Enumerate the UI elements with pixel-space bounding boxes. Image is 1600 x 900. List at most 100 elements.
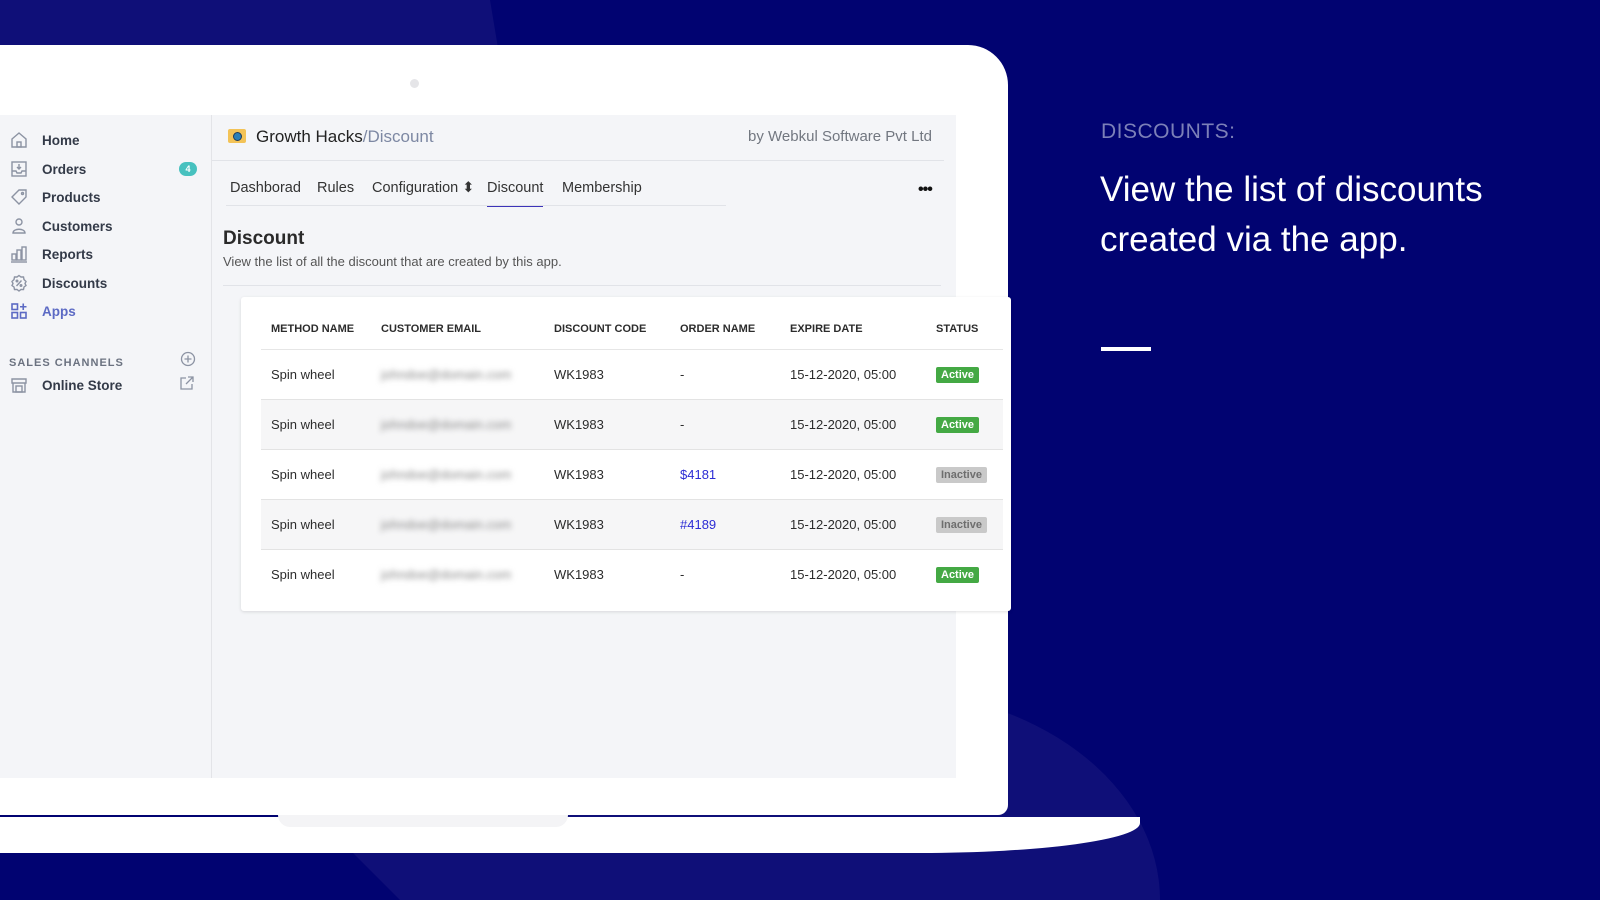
customer-email: johndoe@domain.com [381, 467, 512, 482]
customer-email: johndoe@domain.com [381, 367, 512, 382]
app-header: Growth Hacks/Discount by Webkul Software… [212, 115, 944, 161]
external-link-icon[interactable] [179, 375, 195, 396]
customer-email: johndoe@domain.com [381, 567, 512, 582]
sidebar-item-orders[interactable]: Orders 4 [0, 155, 211, 183]
status-cell: Active [926, 399, 1003, 450]
email-cell: johndoe@domain.com [371, 550, 544, 600]
sidebar-item-label: Customers [42, 218, 113, 234]
table-row[interactable]: Spin wheel johndoe@domain.com WK1983 - 1… [261, 349, 1003, 400]
expire-cell: 15-12-2020, 05:00 [780, 499, 926, 550]
sidebar-item-label: Discounts [42, 275, 108, 291]
page-title: Discount [223, 228, 305, 249]
tabs-divider [226, 205, 726, 206]
orders-icon [9, 159, 29, 179]
code-cell: WK1983 [544, 449, 670, 500]
column-header-order[interactable]: ORDER NAME [670, 309, 780, 350]
app-title: Growth Hacks/Discount [256, 127, 434, 147]
status-cell: Active [926, 550, 1003, 600]
discount-table-card: METHOD NAME CUSTOMER EMAIL DISCOUNT CODE… [241, 297, 1011, 611]
sales-channels-heading: SALES CHANNELS [9, 357, 124, 369]
customer-email: johndoe@domain.com [381, 417, 512, 432]
customer-email: johndoe@domain.com [381, 517, 512, 532]
column-header-expire[interactable]: EXPIRE DATE [780, 309, 926, 350]
method-cell: Spin wheel [261, 499, 371, 550]
more-actions-button[interactable]: ••• [918, 181, 933, 199]
order-cell: $4181 [670, 449, 780, 500]
tab-discount[interactable]: Discount [487, 180, 544, 207]
order-cell: - [680, 567, 685, 582]
column-header-method[interactable]: METHOD NAME [261, 309, 371, 350]
section-divider [223, 285, 941, 286]
add-sales-channel-button[interactable] [180, 351, 196, 372]
code-cell: WK1983 [544, 349, 670, 400]
discount-table: METHOD NAME CUSTOMER EMAIL DISCOUNT CODE… [261, 309, 1003, 599]
status-badge: Active [936, 367, 980, 383]
status-cell: Active [926, 349, 1003, 400]
sidebar-item-label: Reports [42, 246, 94, 262]
laptop-base [0, 817, 1140, 853]
sidebar-item-reports[interactable]: Reports [0, 240, 211, 268]
table-row[interactable]: Spin wheel johndoe@domain.com WK1983 $41… [261, 449, 1003, 500]
column-header-email[interactable]: CUSTOMER EMAIL [371, 309, 544, 350]
sidebar-item-online-store[interactable]: Online Store [0, 371, 211, 399]
method-cell: Spin wheel [271, 567, 335, 582]
expire-cell: 15-12-2020, 05:00 [790, 567, 897, 582]
laptop-camera [410, 79, 419, 88]
sidebar-item-apps[interactable]: Apps [0, 297, 211, 325]
method-cell: Spin wheel [261, 349, 371, 400]
sidebar-item-discounts[interactable]: Discounts [0, 269, 211, 297]
growth-hacks-logo-icon [228, 129, 246, 143]
order-cell: - [670, 349, 780, 400]
tab-membership[interactable]: Membership [562, 180, 642, 205]
table-row[interactable]: Spin wheel johndoe@domain.com WK1983 #41… [261, 499, 1003, 550]
sidebar-item-products[interactable]: Products [0, 183, 211, 211]
expire-cell: 15-12-2020, 05:00 [780, 399, 926, 450]
column-header-status[interactable]: STATUS [926, 309, 1003, 350]
sidebar-item-customers[interactable]: Customers [0, 212, 211, 240]
developer-byline: by Webkul Software Pvt Ltd [748, 128, 932, 145]
email-cell: johndoe@domain.com [371, 449, 544, 500]
tag-icon [9, 187, 29, 207]
table-header-row: METHOD NAME CUSTOMER EMAIL DISCOUNT CODE… [261, 309, 1003, 350]
promo-divider [1101, 347, 1151, 351]
table-row[interactable]: Spin wheel johndoe@domain.com WK1983 - 1… [261, 550, 1003, 600]
apps-icon [9, 301, 29, 321]
discount-icon [9, 273, 29, 293]
sidebar-item-label: Home [42, 132, 80, 148]
app-name: Growth Hacks [256, 127, 363, 146]
status-badge: Inactive [936, 517, 987, 533]
status-cell: Inactive [926, 449, 1003, 500]
code-cell: WK1983 [544, 399, 670, 450]
store-icon [9, 375, 29, 395]
tab-rules[interactable]: Rules [317, 180, 354, 205]
tab-dashboard[interactable]: Dashborad [230, 180, 301, 205]
sidebar-item-label: Online Store [42, 377, 123, 393]
orders-count-badge: 4 [179, 162, 197, 176]
home-icon [9, 130, 29, 150]
tab-configuration[interactable]: Configuration ⬍ [372, 180, 474, 205]
column-header-code[interactable]: DISCOUNT CODE [544, 309, 670, 350]
email-cell: johndoe@domain.com [371, 499, 544, 550]
table-row[interactable]: Spin wheel johndoe@domain.com WK1983 - 1… [261, 399, 1003, 450]
sidebar-item-home[interactable]: Home [0, 126, 211, 154]
sidebar-item-label: Products [42, 189, 101, 205]
promo-kicker: DISCOUNTS: [1101, 120, 1236, 143]
order-link[interactable]: #4189 [680, 517, 716, 532]
method-cell: Spin wheel [261, 399, 371, 450]
status-badge: Active [936, 567, 980, 583]
email-cell: johndoe@domain.com [371, 399, 544, 450]
order-link[interactable]: $4181 [680, 467, 716, 482]
code-cell: WK1983 [544, 499, 670, 550]
plus-circle-icon [180, 351, 196, 367]
expire-cell: 15-12-2020, 05:00 [780, 449, 926, 500]
person-icon [9, 216, 29, 236]
sidebar-item-label: Apps [42, 303, 76, 319]
page-description: View the list of all the discount that a… [223, 254, 562, 269]
email-cell: johndoe@domain.com [371, 349, 544, 400]
sidebar-item-label: Orders [42, 161, 87, 177]
status-cell: Inactive [926, 499, 1003, 550]
expire-cell: 15-12-2020, 05:00 [780, 349, 926, 400]
order-cell: #4189 [670, 499, 780, 550]
method-cell: Spin wheel [261, 449, 371, 500]
breadcrumb[interactable]: /Discount [363, 127, 434, 146]
